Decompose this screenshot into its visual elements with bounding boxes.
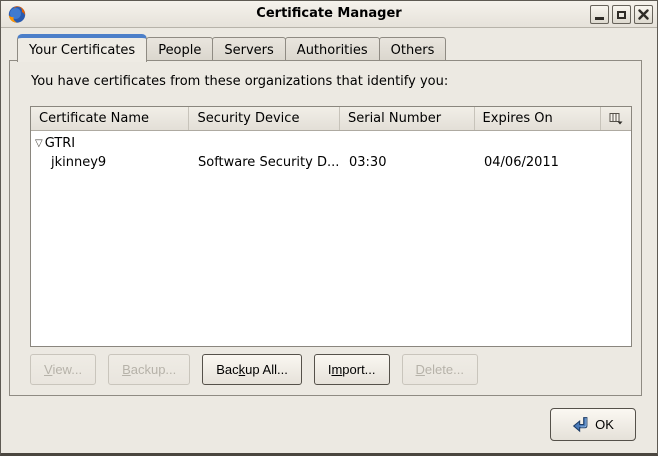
tab-people[interactable]: People	[146, 37, 213, 61]
security-device-cell: Software Security D...	[190, 155, 341, 170]
tab-servers[interactable]: Servers	[212, 37, 285, 61]
cert-name-cell: jkinney9	[31, 155, 190, 170]
window-title: Certificate Manager	[1, 6, 657, 21]
minimize-icon	[595, 17, 604, 20]
close-icon	[638, 9, 649, 20]
column-header-serial-number[interactable]: Serial Number	[340, 107, 475, 130]
tab-strip: Your Certificates People Servers Authori…	[18, 34, 446, 61]
group-name: GTRI	[45, 136, 75, 151]
tab-your-certificates[interactable]: Your Certificates	[17, 34, 147, 62]
window-controls	[590, 5, 653, 24]
column-header-security-device[interactable]: Security Device	[189, 107, 340, 130]
backup-button[interactable]: Backup...	[108, 354, 190, 385]
action-button-row: View... Backup... Backup All... Import..…	[30, 354, 478, 385]
tree-row-group[interactable]: ▽ GTRI	[31, 134, 631, 153]
view-button[interactable]: View...	[30, 354, 96, 385]
column-header-expires-on[interactable]: Expires On	[475, 107, 602, 130]
import-button[interactable]: Import...	[314, 354, 390, 385]
titlebar: Certificate Manager	[1, 1, 657, 28]
serial-number-cell: 03:30	[341, 155, 476, 170]
certificate-list: ▽ GTRI jkinney9 Software Security D... 0…	[31, 131, 631, 346]
certificate-manager-window: Certificate Manager Your Certificates Pe…	[0, 0, 658, 456]
column-picker-button[interactable]	[601, 107, 631, 130]
maximize-button[interactable]	[612, 5, 631, 24]
column-header-certificate-name[interactable]: Certificate Name	[31, 107, 189, 130]
certificate-table: Certificate Name Security Device Serial …	[30, 106, 632, 347]
column-picker-grid-icon	[609, 112, 623, 125]
triangle-down-icon[interactable]: ▽	[35, 139, 43, 149]
close-button[interactable]	[634, 5, 653, 24]
enter-arrow-icon	[572, 416, 589, 433]
tab-others[interactable]: Others	[379, 37, 447, 61]
tree-row-certificate[interactable]: jkinney9 Software Security D... 03:30 04…	[31, 153, 631, 172]
delete-button[interactable]: Delete...	[402, 354, 478, 385]
minimize-button[interactable]	[590, 5, 609, 24]
tab-panel: You have certificates from these organiz…	[9, 60, 642, 396]
expires-on-cell: 04/06/2011	[476, 155, 603, 170]
intro-text: You have certificates from these organiz…	[31, 74, 448, 89]
ok-label: OK	[595, 417, 614, 432]
backup-all-button[interactable]: Backup All...	[202, 354, 302, 385]
ok-button[interactable]: OK	[550, 408, 636, 441]
tab-authorities[interactable]: Authorities	[285, 37, 380, 61]
table-header: Certificate Name Security Device Serial …	[31, 107, 631, 131]
maximize-icon	[617, 11, 626, 19]
